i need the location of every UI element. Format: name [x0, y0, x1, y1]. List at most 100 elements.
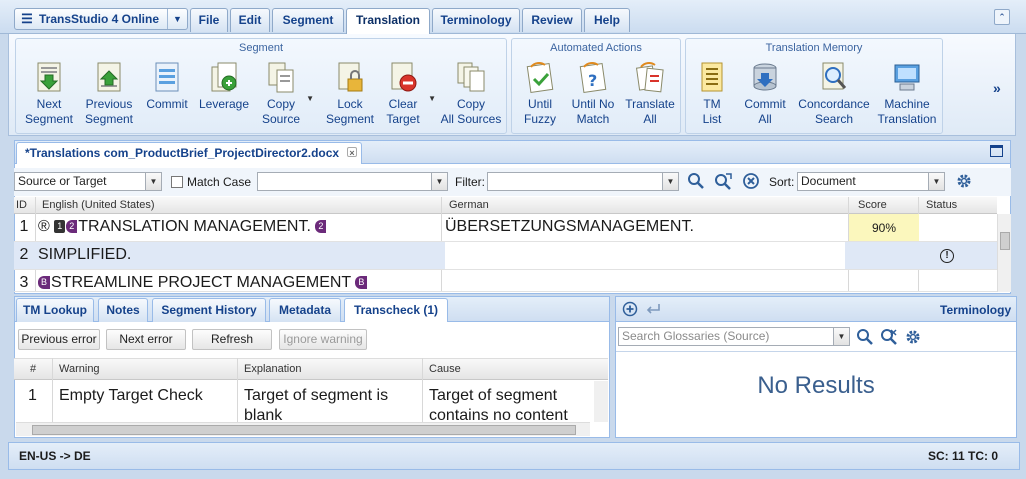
tab-file[interactable]: File [190, 8, 228, 32]
search-icon[interactable] [687, 172, 705, 190]
concordance-search-button[interactable]: Concordance Search [798, 61, 870, 131]
scrollbar-thumb[interactable] [32, 425, 576, 435]
chevron-down-icon[interactable]: ▼ [428, 91, 436, 106]
tab-metadata[interactable]: Metadata [269, 298, 341, 322]
filter-select[interactable]: ▼ [487, 172, 679, 191]
inline-tag[interactable]: B [38, 276, 51, 289]
clear-target-button[interactable]: Clear Target ▼ [378, 61, 436, 131]
gear-icon[interactable] [904, 328, 922, 346]
glossary-search-placeholder: Search Glossaries (Source) [622, 329, 770, 343]
next-segment-label-1: Next [36, 97, 62, 111]
segment-target[interactable] [445, 242, 845, 269]
scope-select[interactable]: Source or Target ▼ [14, 172, 162, 191]
chevron-down-icon[interactable]: ▼ [431, 173, 447, 190]
tab-notes[interactable]: Notes [98, 298, 148, 322]
previous-segment-button[interactable]: Previous Segment [80, 61, 138, 131]
tab-segment-history[interactable]: Segment History [152, 298, 266, 322]
search-input[interactable]: ▼ [257, 172, 448, 191]
column-header-source[interactable]: English (United States) [42, 199, 155, 211]
chevron-down-icon[interactable]: ▼ [833, 328, 849, 345]
lock-segment-button[interactable]: Lock Segment [322, 61, 378, 131]
tab-translation[interactable]: Translation [346, 8, 430, 34]
sort-select[interactable]: Document ▼ [797, 172, 945, 191]
clear-search-icon[interactable] [880, 328, 898, 346]
clear-target-icon [391, 62, 417, 92]
copy-all-sources-button[interactable]: Copy All Sources [438, 61, 504, 131]
tab-segment[interactable]: Segment [272, 8, 344, 32]
close-icon[interactable]: × [347, 147, 357, 158]
clear-filter-icon[interactable] [742, 172, 760, 190]
leverage-button[interactable]: Leverage [196, 61, 252, 131]
segment-id: 1 [19, 218, 29, 235]
add-icon[interactable] [622, 301, 638, 317]
insert-term-icon[interactable] [645, 302, 661, 316]
until-fuzzy-button[interactable]: Until Fuzzy [518, 61, 562, 131]
chevron-down-icon[interactable]: ▼ [662, 173, 678, 190]
refresh-button[interactable]: Refresh [192, 329, 272, 350]
translate-all-button[interactable]: Translate All [624, 61, 676, 131]
previous-segment-icon [97, 62, 121, 92]
warning-icon[interactable]: ! [940, 249, 954, 263]
transcheck-scrollbar[interactable] [594, 381, 608, 422]
tab-terminology[interactable]: Terminology [432, 8, 520, 32]
machine-translation-button[interactable]: Machine Translation [874, 61, 940, 131]
machine-translation-icon [894, 64, 920, 91]
chevron-down-icon[interactable]: ▼ [145, 173, 161, 190]
segment-row[interactable]: 1 ® 1 2 TRANSLATION MANAGEMENT. 2 ÜBERSETZ… [14, 214, 997, 242]
document-tab[interactable]: *Translations com_ProductBrief_ProjectDi… [16, 142, 362, 164]
inline-tag[interactable]: B [355, 276, 368, 289]
inline-tag[interactable]: 2 [315, 220, 327, 233]
sort-label: Sort: [769, 175, 795, 189]
gear-icon[interactable] [955, 172, 973, 190]
column-header-score[interactable]: Score [858, 199, 887, 211]
grid-scrollbar[interactable] [997, 214, 1011, 292]
inline-tag[interactable]: 2 [66, 220, 78, 233]
column-header-warning[interactable]: Warning [59, 363, 100, 375]
column-header-cause[interactable]: Cause [429, 363, 461, 375]
search-icon[interactable] [856, 328, 874, 346]
previous-error-button[interactable]: Previous error [18, 329, 100, 350]
inline-tag[interactable]: 1 [54, 220, 66, 233]
segment-source[interactable]: B STREAMLINE PROJECT MANAGEMENT B [38, 270, 443, 291]
match-case-checkbox[interactable] [171, 176, 183, 188]
ribbon-overflow-button[interactable]: » [993, 80, 1001, 96]
ignore-warning-button[interactable]: Ignore warning [279, 329, 367, 350]
segment-row[interactable]: 2 SIMPLIFIED. ! [14, 242, 997, 270]
search-next-icon[interactable] [714, 172, 732, 190]
column-header-target[interactable]: German [449, 199, 489, 211]
commit-all-icon [753, 63, 777, 91]
app-menu-button[interactable]: ☰ TransStudio 4 Online ▼ [14, 8, 188, 30]
transcheck-horizontal-scrollbar[interactable] [16, 422, 590, 436]
until-no-match-label-2: Match [576, 112, 610, 126]
segment-source[interactable]: ® 1 2 TRANSLATION MANAGEMENT. 2 [38, 214, 443, 240]
tab-help[interactable]: Help [584, 8, 630, 32]
translate-all-icon [635, 62, 664, 93]
segment-row[interactable]: 3 B STREAMLINE PROJECT MANAGEMENT B [14, 270, 997, 292]
glossary-search-input[interactable]: Search Glossaries (Source) ▼ [618, 327, 850, 346]
commit-button[interactable]: Commit [142, 61, 192, 131]
column-header-id[interactable]: ID [16, 199, 27, 211]
segment-target[interactable]: ÜBERSETZUNGSMANAGEMENT. [445, 214, 845, 240]
tm-list-button[interactable]: TM List [692, 61, 732, 131]
maximize-icon[interactable] [990, 145, 1003, 157]
copy-source-button[interactable]: Copy Source ▼ [256, 61, 314, 131]
next-segment-button[interactable]: Next Segment [22, 61, 76, 131]
tab-review[interactable]: Review [522, 8, 582, 32]
tab-tm-lookup[interactable]: TM Lookup [16, 298, 94, 322]
commit-all-button[interactable]: Commit All [738, 61, 792, 131]
column-header-status[interactable]: Status [926, 199, 957, 211]
commit-label-1: Commit [146, 97, 188, 111]
chevron-down-icon[interactable]: ▼ [928, 173, 944, 190]
transcheck-row[interactable]: 1 Empty Target Check Target of segment i… [14, 381, 594, 422]
collapse-ribbon-button[interactable]: ⌃ [994, 9, 1010, 25]
column-header-explanation[interactable]: Explanation [244, 363, 302, 375]
until-no-match-button[interactable]: ? Until No Match [566, 61, 620, 131]
column-header-number[interactable]: # [30, 363, 36, 375]
chevron-down-icon[interactable]: ▼ [306, 91, 314, 106]
chevron-down-icon[interactable]: ▼ [167, 9, 187, 29]
segment-source[interactable]: SIMPLIFIED. [38, 242, 443, 268]
tab-edit[interactable]: Edit [230, 8, 270, 32]
scrollbar-thumb[interactable] [1000, 232, 1010, 250]
tab-transcheck[interactable]: Transcheck (1) [344, 298, 448, 322]
next-error-button[interactable]: Next error [106, 329, 186, 350]
